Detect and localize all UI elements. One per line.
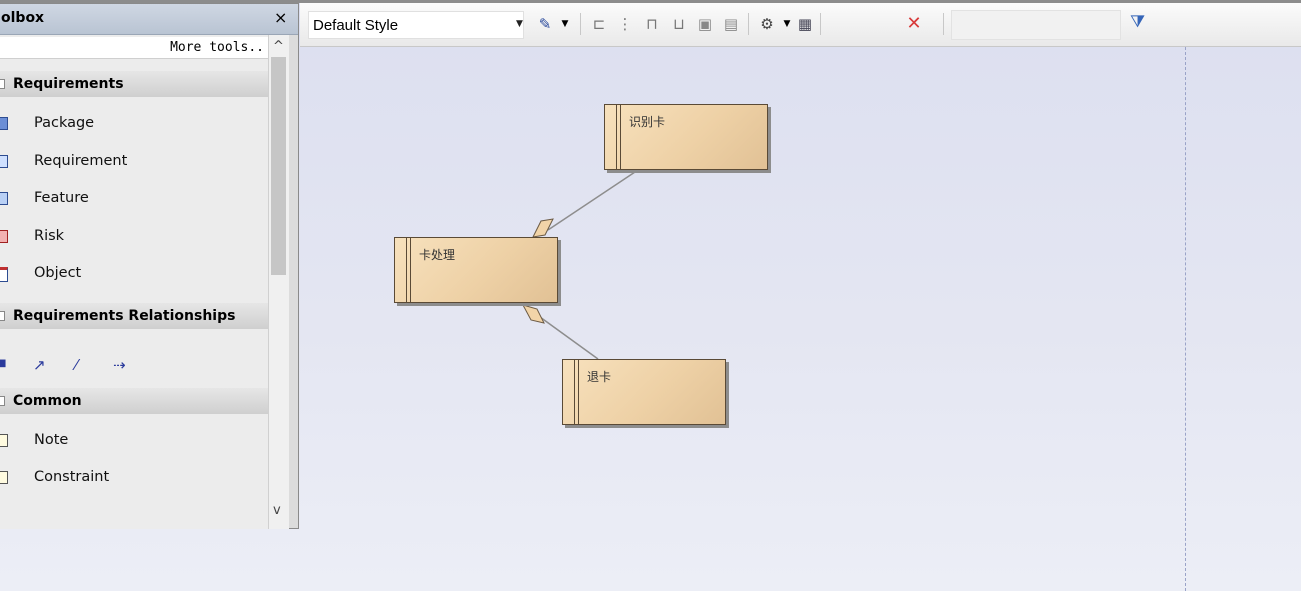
style-select[interactable]: Default Style ▼ [308, 11, 524, 39]
group-label: Requirements [13, 76, 124, 92]
tool-item-label: Risk [34, 228, 65, 244]
scroll-up-icon[interactable]: ^ [273, 39, 284, 54]
filter-icon[interactable]: ⧩ [1130, 12, 1145, 32]
toolbox-title: olbox [1, 10, 45, 26]
diagram-canvas[interactable]: 识别卡 卡处理 退卡 [300, 47, 1301, 591]
note-icon [0, 434, 8, 447]
aggregation-diamond [522, 304, 545, 324]
connector-line[interactable] [547, 171, 636, 231]
group-label: Common [13, 393, 82, 409]
constraint-icon [0, 471, 8, 484]
group-header-common[interactable]: Common [0, 388, 268, 414]
group-label: Requirements Relationships [13, 308, 236, 324]
toolbar-separator [820, 13, 821, 35]
collapse-icon[interactable] [0, 396, 5, 406]
tool-item-note[interactable]: Note [0, 425, 268, 455]
trace-icon[interactable]: ⇢ [113, 356, 126, 374]
tool-item-label: Feature [34, 190, 89, 206]
properties-icon[interactable]: ▦ [794, 13, 816, 35]
element-label: 退卡 [587, 370, 612, 384]
bring-front-icon[interactable]: ▤ [720, 13, 742, 35]
chevron-down-icon[interactable]: ▼ [554, 13, 576, 35]
layout-icon[interactable]: ⚙ [756, 13, 778, 35]
toolbar-separator [943, 13, 944, 35]
realization-icon[interactable]: ↗ [33, 356, 46, 374]
toolbox-panel: olbox × More tools.. Requirements Packag… [0, 3, 299, 529]
page-boundary-line [1185, 47, 1186, 591]
feature-icon [0, 192, 8, 205]
diagram-element[interactable]: 识别卡 [604, 104, 768, 170]
format-painter-icon[interactable]: ✎ [534, 13, 556, 35]
element-bar [616, 105, 617, 169]
element-bar [406, 238, 407, 302]
association-icon[interactable]: ⁄ [75, 356, 78, 374]
align-left-icon[interactable]: ⊏ [588, 13, 610, 35]
dependency-icon[interactable]: ■ [0, 358, 6, 369]
delete-icon[interactable]: ✕ [903, 13, 925, 35]
element-bar [620, 105, 621, 169]
diagram-element[interactable]: 退卡 [562, 359, 726, 425]
filter-input[interactable] [951, 10, 1121, 40]
toolbox-titlebar[interactable]: olbox × [0, 4, 298, 35]
align-bottom-icon[interactable]: ⊔ [668, 13, 690, 35]
toolbar-separator [580, 13, 581, 35]
tool-item-label: Package [34, 115, 95, 131]
group-header-relationships[interactable]: Requirements Relationships [0, 303, 268, 329]
collapse-icon[interactable] [0, 311, 5, 321]
element-bar [578, 360, 579, 424]
element-bar [410, 238, 411, 302]
style-select-value: Default Style [313, 17, 399, 34]
scroll-thumb[interactable] [271, 57, 286, 275]
tool-item-feature[interactable]: Feature [0, 183, 268, 213]
more-tools-button[interactable]: More tools.. [0, 37, 268, 59]
connector-layer [522, 171, 636, 360]
align-center-icon[interactable]: ⋮ [614, 13, 636, 35]
requirement-icon [0, 155, 8, 168]
tool-item-object[interactable]: Object [0, 258, 268, 288]
tool-item-label: Object [34, 265, 82, 281]
package-icon [0, 117, 8, 130]
scroll-down-icon[interactable]: v [273, 503, 281, 518]
tool-item-risk[interactable]: Risk [0, 221, 268, 251]
element-label: 识别卡 [629, 115, 666, 129]
same-size-icon[interactable]: ▣ [694, 13, 716, 35]
toolbar-separator [748, 13, 749, 35]
tool-item-label: Note [34, 432, 69, 448]
element-label: 卡处理 [419, 248, 456, 262]
tool-item-label: Constraint [34, 469, 110, 485]
toolbox-content: More tools.. Requirements Package Requir… [0, 35, 268, 529]
connector-line[interactable] [539, 316, 599, 360]
chevron-down-icon[interactable]: ▼ [516, 19, 523, 29]
risk-icon [0, 230, 8, 243]
object-icon [0, 267, 8, 282]
tool-item-package[interactable]: Package [0, 108, 268, 138]
tool-item-label: Requirement [34, 153, 128, 169]
diagram-element[interactable]: 卡处理 [394, 237, 558, 303]
diagram-toolbar: Default Style ▼ ✎ ▼ ⊏ ⋮ ⊓ ⊔ ▣ ▤ ⚙ ▼ ▦ ✕ … [300, 3, 1301, 47]
relationship-tools: ■ ↗ ⁄ ⇢ [0, 346, 268, 386]
group-header-requirements[interactable]: Requirements [0, 71, 268, 97]
tool-item-constraint[interactable]: Constraint [0, 462, 268, 492]
element-bar [574, 360, 575, 424]
align-top-icon[interactable]: ⊓ [641, 13, 663, 35]
toolbox-scrollbar[interactable]: ^ v [268, 35, 289, 529]
collapse-icon[interactable] [0, 79, 5, 89]
close-icon[interactable]: × [274, 8, 287, 27]
tool-item-requirement[interactable]: Requirement [0, 146, 268, 176]
